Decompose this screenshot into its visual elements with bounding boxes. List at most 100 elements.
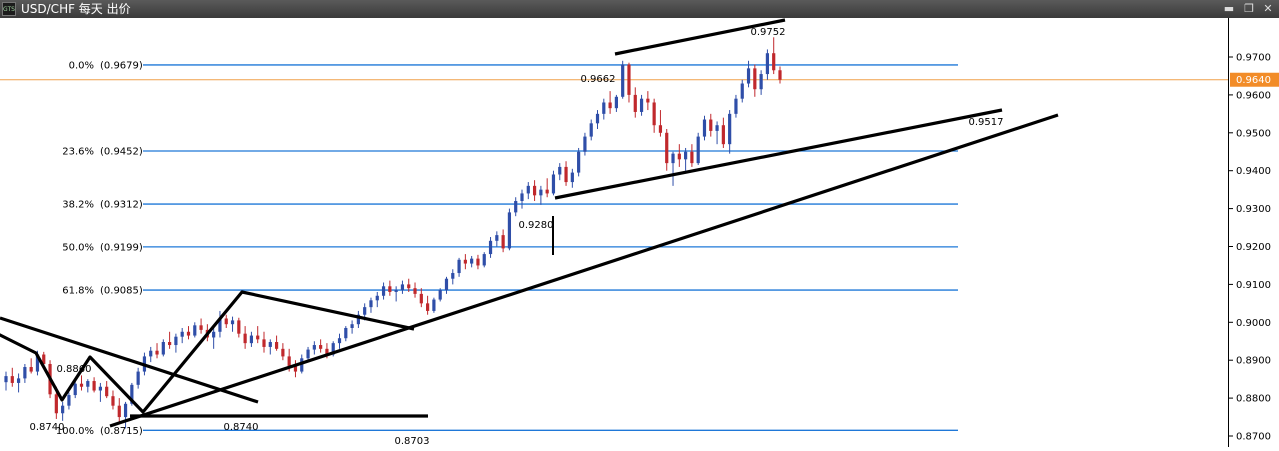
candle-body[interactable]: [470, 258, 474, 264]
candle-body[interactable]: [29, 367, 33, 372]
candle-body[interactable]: [520, 193, 524, 202]
candle-body[interactable]: [765, 53, 770, 75]
candle-body[interactable]: [350, 324, 354, 328]
candle-body[interactable]: [501, 235, 505, 249]
candle-body[interactable]: [312, 345, 316, 350]
candle-body[interactable]: [86, 381, 90, 387]
candle-body[interactable]: [161, 342, 165, 355]
candle-body[interactable]: [174, 336, 178, 346]
candle-body[interactable]: [451, 273, 455, 279]
candle-body[interactable]: [633, 94, 637, 112]
candle-body[interactable]: [696, 136, 700, 164]
candle-body[interactable]: [532, 185, 537, 196]
candle-body[interactable]: [426, 303, 430, 311]
candle-body[interactable]: [740, 83, 744, 99]
candle-body[interactable]: [136, 371, 140, 385]
price-chart-svg[interactable]: 0.0% (0.9679) 23.6% (0.9452) 38.2% (0.9312) 50…: [0, 18, 1228, 447]
candle-body[interactable]: [488, 240, 493, 255]
candle-body[interactable]: [753, 68, 757, 90]
candle-body[interactable]: [73, 383, 77, 396]
candle-body[interactable]: [583, 136, 587, 152]
candle-body[interactable]: [61, 405, 65, 414]
candle-body[interactable]: [256, 335, 260, 340]
candle-body[interactable]: [243, 333, 247, 344]
candle-body[interactable]: [476, 258, 480, 266]
restore-button[interactable]: ❐: [1242, 2, 1256, 16]
candle-body[interactable]: [715, 125, 719, 131]
candle-body[interactable]: [23, 367, 27, 379]
candle-body[interactable]: [507, 212, 512, 249]
candle-body[interactable]: [652, 102, 656, 126]
candle-body[interactable]: [193, 325, 197, 336]
candle-body[interactable]: [432, 299, 436, 311]
candle-body[interactable]: [413, 288, 417, 294]
candle-body[interactable]: [381, 286, 386, 296]
candle-body[interactable]: [388, 286, 392, 292]
candle-body[interactable]: [482, 254, 486, 266]
chart-plot-area[interactable]: 0.0% (0.9679) 23.6% (0.9452) 38.2% (0.9312) 50…: [0, 18, 1228, 447]
candle-body[interactable]: [419, 293, 423, 304]
candle-body[interactable]: [394, 290, 398, 292]
candle-body[interactable]: [671, 153, 675, 164]
candle-body[interactable]: [702, 119, 707, 137]
candle-body[interactable]: [337, 338, 342, 344]
candle-body[interactable]: [677, 153, 681, 160]
candle-body[interactable]: [728, 113, 732, 145]
candle-body[interactable]: [608, 102, 612, 109]
candle-body[interactable]: [92, 381, 96, 391]
candle-body[interactable]: [105, 386, 109, 397]
candle-body[interactable]: [438, 290, 442, 300]
candle-body[interactable]: [319, 345, 323, 349]
candle-body[interactable]: [268, 342, 272, 347]
candle-body[interactable]: [639, 98, 644, 112]
candle-body[interactable]: [627, 64, 631, 95]
candle-body[interactable]: [759, 74, 763, 90]
candle-body[interactable]: [514, 201, 518, 213]
candle-body[interactable]: [772, 53, 776, 71]
candle-body[interactable]: [709, 119, 713, 131]
candle-body[interactable]: [199, 325, 203, 330]
candle-body[interactable]: [495, 235, 499, 241]
candle-body[interactable]: [577, 151, 581, 173]
candle-body[interactable]: [721, 125, 725, 145]
candle-body[interactable]: [16, 378, 21, 383]
candle-body[interactable]: [457, 259, 461, 274]
candle-body[interactable]: [249, 335, 254, 344]
candle-body[interactable]: [551, 174, 556, 194]
close-button[interactable]: ✕: [1261, 2, 1275, 16]
candle-body[interactable]: [155, 350, 159, 355]
candle-body[interactable]: [98, 386, 102, 391]
minimize-button[interactable]: ▬: [1222, 2, 1236, 16]
candle-body[interactable]: [306, 349, 310, 359]
candle-body[interactable]: [595, 113, 600, 124]
candle-body[interactable]: [646, 98, 650, 103]
candle-body[interactable]: [400, 284, 405, 291]
candle-body[interactable]: [230, 320, 235, 325]
candle-body[interactable]: [734, 98, 738, 114]
candle-body[interactable]: [54, 394, 58, 414]
candle-body[interactable]: [602, 102, 606, 114]
candle-body[interactable]: [444, 278, 449, 291]
candle-body[interactable]: [10, 376, 14, 383]
candle-body[interactable]: [168, 342, 172, 346]
candle-body[interactable]: [117, 405, 121, 418]
candle-body[interactable]: [212, 331, 216, 338]
candle-body[interactable]: [344, 327, 348, 339]
candle-body[interactable]: [570, 172, 574, 183]
candle-body[interactable]: [778, 70, 782, 80]
candle-body[interactable]: [621, 64, 625, 97]
candle-body[interactable]: [262, 339, 266, 347]
candle-body[interactable]: [111, 396, 115, 406]
candle-body[interactable]: [4, 376, 8, 383]
price-axis[interactable]: 0.9700 0.9600 0.9500 0.9400 0.9300 0.9200 0.91…: [1228, 18, 1279, 447]
candle-body[interactable]: [287, 356, 291, 366]
candle-body[interactable]: [79, 383, 84, 387]
candle-body[interactable]: [665, 132, 669, 164]
candle-body[interactable]: [545, 189, 549, 194]
candle-body[interactable]: [363, 307, 367, 315]
candle-body[interactable]: [274, 342, 279, 349]
candle-body[interactable]: [281, 348, 285, 357]
candle-body[interactable]: [614, 96, 618, 109]
candle-body[interactable]: [237, 320, 241, 334]
candle-body[interactable]: [67, 395, 71, 406]
